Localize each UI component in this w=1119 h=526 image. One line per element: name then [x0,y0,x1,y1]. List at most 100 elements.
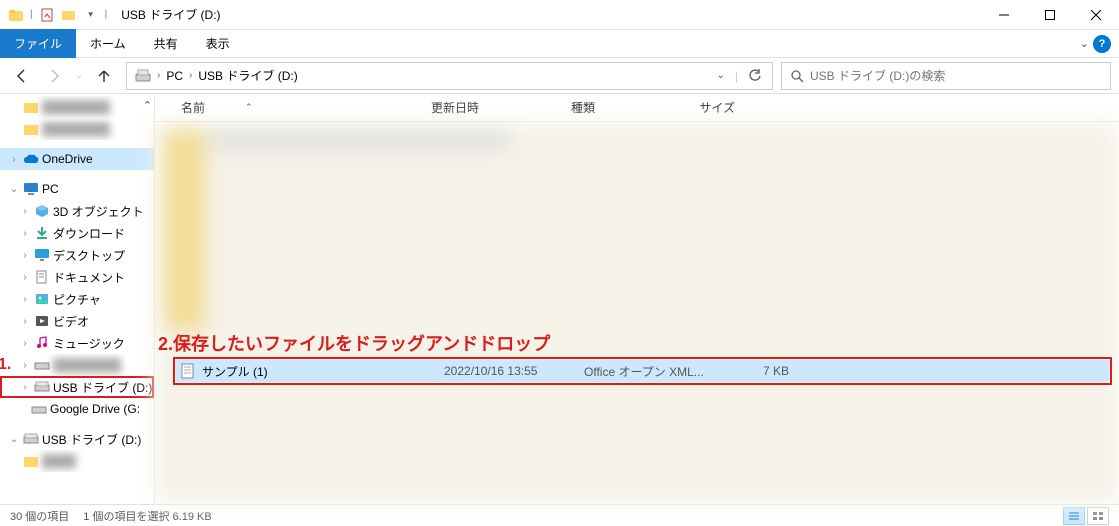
blurred-content [155,122,1119,504]
maximize-button[interactable] [1027,0,1073,30]
back-button[interactable] [8,62,36,90]
annotation-text-2: 2.保存したいファイルをドラッグアンドドロップ [158,330,550,356]
sort-icon: ⌃ [245,102,253,113]
nav-bar: ⌄ › PC › USB ドライブ (D:) ⌄ | [0,58,1119,94]
tab-view[interactable]: 表示 [192,29,244,58]
chevron-right-icon[interactable]: › [8,154,20,165]
desktop-icon [34,247,50,263]
drive-icon [31,401,47,417]
chevron-right-icon[interactable]: › [19,272,31,283]
tab-file[interactable]: ファイル [0,29,76,58]
tree-label: ドキュメント [53,269,125,286]
tree-item-videos[interactable]: › ビデオ [0,310,154,332]
documents-icon [34,269,50,285]
ribbon: ファイル ホーム 共有 表示 ⌄ ? [0,30,1119,58]
tree-label: ミュージック [53,335,125,352]
main-area: ████████ ⌃ ████████ › OneDrive ⌄ PC [0,94,1119,504]
forward-button[interactable] [40,62,68,90]
tree-item-desktop[interactable]: › デスクトップ [0,244,154,266]
annotation-marker-1: 1. [0,356,11,374]
downloads-icon [34,225,50,241]
chevron-right-icon[interactable]: › [19,294,31,305]
tree-item-pictures[interactable]: › ピクチャ [0,288,154,310]
chevron-right-icon[interactable]: › [19,316,31,327]
tab-share[interactable]: 共有 [140,29,192,58]
tree-item-3dobjects[interactable]: › 3D オブジェクト [0,200,154,222]
search-box[interactable] [781,62,1111,90]
tree-item-google-drive[interactable]: Google Drive (G: [0,398,154,420]
column-date[interactable]: 更新日時 [423,99,563,116]
view-details-button[interactable] [1063,507,1085,525]
file-row-selected[interactable]: サンプル (1) 2022/10/16 13:55 Office オープン XM… [176,360,1109,382]
tree-item-onedrive[interactable]: › OneDrive [0,148,154,170]
qat-dropdown-icon[interactable]: ▾ [83,7,99,23]
view-icons-button[interactable] [1087,507,1109,525]
tree-label: Google Drive (G: [50,402,140,416]
chevron-right-icon[interactable]: › [155,70,162,81]
tree-label: PC [42,182,59,196]
qat-separator2: | [105,9,108,20]
tree-label: デスクトップ [53,247,125,264]
pc-icon [23,181,39,197]
tree-label: USB ドライブ (D:) [42,431,141,448]
tree-item-usb-drive-root[interactable]: ⌄ USB ドライブ (D:) [0,428,154,450]
properties-icon[interactable] [39,7,55,23]
title-bar: | ▾ | USB ドライブ (D:) [0,0,1119,30]
column-name[interactable]: 名前 ⌃ [173,99,423,116]
recent-dropdown-icon[interactable]: ⌄ [72,62,86,90]
tree-item-blurred[interactable]: ████ [0,450,154,472]
chevron-right-icon[interactable]: › [19,360,31,371]
tree-item-documents[interactable]: › ドキュメント [0,266,154,288]
tree-label: ビデオ [53,313,89,330]
search-icon [790,69,804,83]
chevron-right-icon[interactable]: › [19,206,31,217]
tree-item-blurred-drive[interactable]: 1. › ████████ [0,354,154,376]
breadcrumb-pc[interactable]: PC [162,69,187,83]
tab-home[interactable]: ホーム [76,29,140,58]
tree-item-blurred[interactable]: ████████ ⌃ [0,96,154,118]
tree-label: 3D オブジェクト [53,203,144,220]
new-folder-icon[interactable] [61,7,77,23]
chevron-right-icon[interactable]: › [19,382,31,393]
chevron-down-icon[interactable]: ⌄ [8,434,20,445]
column-headers: 名前 ⌃ 更新日時 種類 サイズ [155,94,1119,122]
tree-item-blurred[interactable]: ████████ [0,118,154,140]
chevron-right-icon[interactable]: › [19,338,31,349]
document-icon [180,363,196,379]
close-button[interactable] [1073,0,1119,30]
nav-tree[interactable]: ████████ ⌃ ████████ › OneDrive ⌄ PC [0,94,155,504]
tree-item-usb-drive[interactable]: › USB ドライブ (D:) [0,376,154,398]
drive-icon [131,69,155,83]
chevron-right-icon[interactable]: › [19,228,31,239]
scroll-up-icon[interactable]: ⌃ [143,99,152,112]
file-list[interactable] [155,122,1119,504]
minimize-button[interactable] [981,0,1027,30]
file-size: 7 KB [739,364,789,378]
tree-item-pc[interactable]: ⌄ PC [0,178,154,200]
window-title: USB ドライブ (D:) [121,6,220,23]
file-type: Office オープン XML... [584,363,739,380]
file-date: 2022/10/16 13:55 [444,364,584,378]
videos-icon [34,313,50,329]
refresh-button[interactable] [742,69,768,83]
window-controls [981,0,1119,30]
tree-item-downloads[interactable]: › ダウンロード [0,222,154,244]
chevron-down-icon[interactable]: ⌄ [8,184,20,195]
search-input[interactable] [810,69,1102,83]
column-size[interactable]: サイズ [683,99,743,116]
help-button[interactable]: ? [1093,35,1111,53]
up-button[interactable] [90,62,118,90]
3d-objects-icon [34,203,50,219]
address-dropdown-icon[interactable]: ⌄ [710,70,730,81]
ribbon-collapse-icon[interactable]: ⌄ [1080,37,1089,50]
chevron-right-icon[interactable]: › [187,70,194,81]
tree-label: ピクチャ [53,291,101,308]
status-item-count: 30 個の項目 [10,508,69,524]
status-bar: 30 個の項目 1 個の項目を選択 6.19 KB [0,504,1119,526]
address-bar[interactable]: › PC › USB ドライブ (D:) ⌄ | [126,62,773,90]
breadcrumb-drive[interactable]: USB ドライブ (D:) [194,67,301,84]
music-icon [34,335,50,351]
column-type[interactable]: 種類 [563,99,683,116]
chevron-right-icon[interactable]: › [19,250,31,261]
tree-item-music[interactable]: › ミュージック [0,332,154,354]
